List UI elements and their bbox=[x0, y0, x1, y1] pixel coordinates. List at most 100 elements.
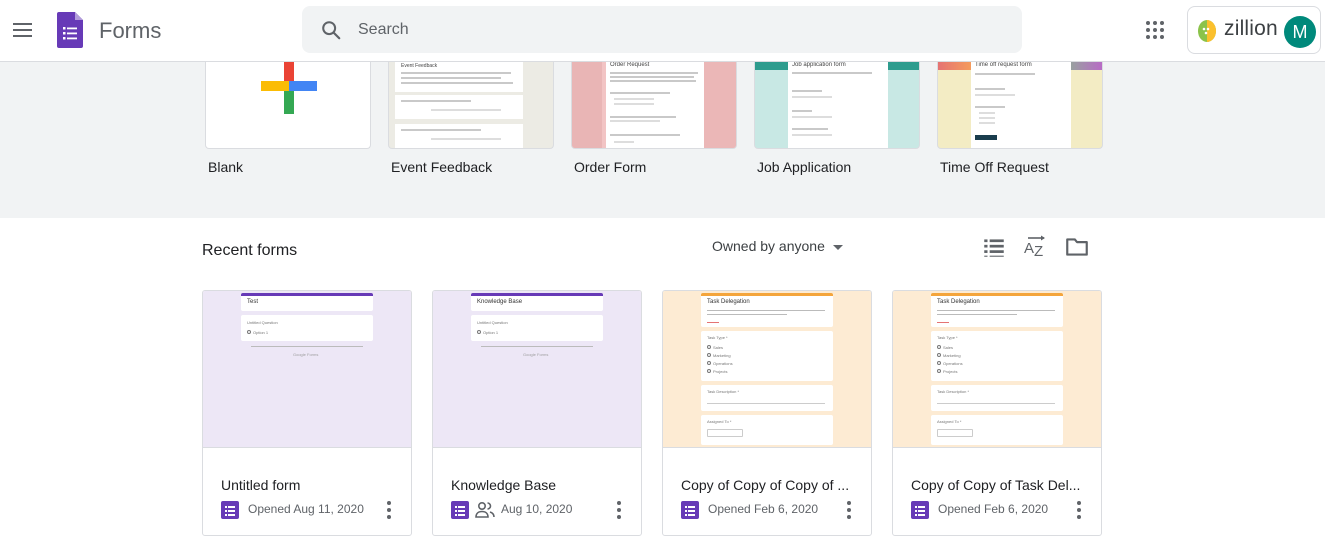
form-thumbnail[interactable]: Knowledge Base Untitled Question Option … bbox=[433, 291, 641, 448]
search-input[interactable] bbox=[358, 16, 998, 44]
main-menu-icon[interactable] bbox=[10, 17, 36, 43]
thumb-question-text: Task Description * bbox=[937, 389, 970, 394]
svg-text:A: A bbox=[1024, 240, 1034, 257]
thumb-header: Task Delegation bbox=[701, 293, 833, 327]
thumb-title: Event Feedback bbox=[401, 63, 438, 69]
thumb-question: Untitled Question Option 1 bbox=[471, 315, 603, 341]
thumb-option-text: Projects bbox=[943, 369, 958, 374]
more-vert-icon[interactable] bbox=[609, 499, 629, 521]
template-thumbnail[interactable]: Job application form bbox=[754, 62, 920, 149]
template-thumbnail[interactable] bbox=[205, 62, 371, 149]
thumb-question: Task Type * Sales Marketing Operations P… bbox=[931, 331, 1063, 381]
more-vert-icon[interactable] bbox=[1069, 499, 1089, 521]
template-thumbnail[interactable]: Order Request bbox=[571, 62, 737, 149]
thumb-title: Task Delegation bbox=[707, 299, 750, 305]
form-opened-date: Opened Feb 6, 2020 bbox=[938, 502, 1049, 516]
form-opened-date: Opened Aug 11, 2020 bbox=[248, 502, 364, 516]
form-opened-date: Opened Feb 6, 2020 bbox=[708, 502, 819, 516]
thumb-question: Task Type * Sales Marketing Operations P… bbox=[701, 331, 833, 381]
form-title[interactable]: Knowledge Base bbox=[451, 477, 623, 493]
thumb-title: Time off request form bbox=[975, 62, 1032, 68]
thumb-option-text: Option 1 bbox=[483, 330, 499, 335]
recent-forms-heading: Recent forms bbox=[202, 242, 298, 259]
form-title[interactable]: Copy of Copy of Copy of ... bbox=[681, 477, 853, 493]
recent-form-card[interactable]: Knowledge Base Untitled Question Option … bbox=[432, 290, 642, 536]
thumb-title: Test bbox=[247, 299, 259, 305]
thumb-question: Untitled Question Option 1 bbox=[241, 315, 373, 341]
template-label[interactable]: Event Feedback bbox=[391, 159, 492, 175]
form-title[interactable]: Copy of Copy of Task Del... bbox=[911, 477, 1083, 493]
app-title[interactable]: Forms bbox=[99, 18, 161, 44]
thumb-option-text: Sales bbox=[943, 345, 954, 350]
thumb-question-text: Assigned To * bbox=[707, 419, 732, 424]
thumb-card bbox=[395, 124, 523, 148]
people-icon bbox=[475, 501, 495, 518]
form-thumbnail[interactable]: Task Delegation Task Type * Sales Market… bbox=[893, 291, 1101, 448]
search-bar[interactable] bbox=[302, 6, 1022, 53]
more-vert-icon[interactable] bbox=[379, 499, 399, 521]
template-label[interactable]: Time Off Request bbox=[940, 159, 1049, 175]
thumb-option-text: Operations bbox=[713, 361, 733, 366]
thumb-card: Job application form bbox=[788, 62, 888, 148]
form-title[interactable]: Untitled form bbox=[221, 477, 393, 493]
form-thumbnail[interactable]: Test Untitled Question Option 1 Google F… bbox=[203, 291, 411, 448]
plus-icon-horizontal bbox=[261, 81, 317, 91]
template-thumbnail[interactable]: Event Feedback bbox=[388, 62, 554, 149]
template-gallery: Blank Event Feedback Event Feedback Orde… bbox=[0, 62, 1325, 218]
thumb-question-text: Untitled Question bbox=[247, 320, 278, 325]
template-label[interactable]: Job Application bbox=[757, 159, 851, 175]
folder-icon[interactable] bbox=[1064, 234, 1090, 260]
owner-filter-label: Owned by anyone bbox=[712, 238, 825, 254]
form-opened-date: Aug 10, 2020 bbox=[501, 502, 573, 516]
thumb-title: Job application form bbox=[792, 62, 846, 68]
thumb-question-text: Task Type * bbox=[937, 335, 958, 340]
template-label[interactable]: Order Form bbox=[574, 159, 646, 175]
thumb-title: Order Request bbox=[610, 62, 650, 68]
avatar[interactable]: M bbox=[1284, 16, 1316, 48]
thumb-card bbox=[395, 95, 523, 119]
thumb-option-text: Option 1 bbox=[253, 330, 269, 335]
thumb-question: Assigned To * bbox=[701, 415, 833, 445]
forms-icon bbox=[221, 501, 239, 519]
owner-filter-dropdown[interactable]: Owned by anyone bbox=[712, 238, 843, 258]
thumb-header: Knowledge Base bbox=[471, 293, 603, 311]
thumb-header: Test bbox=[241, 293, 373, 311]
thumb-header: Task Delegation bbox=[931, 293, 1063, 327]
thumb-card: Order Request bbox=[606, 62, 704, 148]
thumb-footer: Google Forms bbox=[523, 352, 549, 357]
thumb-option-text: Sales bbox=[713, 345, 724, 350]
thumb-option-text: Projects bbox=[713, 369, 728, 374]
apps-grid-icon[interactable] bbox=[1143, 18, 1167, 42]
forms-icon bbox=[911, 501, 929, 519]
forms-logo-icon[interactable] bbox=[57, 12, 83, 48]
thumb-card: Event Feedback bbox=[395, 62, 523, 92]
caret-down-icon bbox=[832, 244, 843, 250]
template-label[interactable]: Blank bbox=[208, 159, 243, 175]
account-switcher[interactable]: zillion M bbox=[1187, 6, 1321, 54]
more-vert-icon[interactable] bbox=[839, 499, 859, 521]
thumb-option-text: Marketing bbox=[943, 353, 961, 358]
zillion-logo-icon bbox=[1198, 20, 1216, 42]
thumb-title: Task Delegation bbox=[937, 299, 980, 305]
thumb-question-text: Task Description * bbox=[707, 389, 740, 394]
search-icon[interactable] bbox=[320, 19, 342, 41]
recent-form-card[interactable]: Test Untitled Question Option 1 Google F… bbox=[202, 290, 412, 536]
sort-az-icon[interactable]: A Z bbox=[1022, 234, 1048, 260]
template-thumbnail[interactable]: Time off request form bbox=[937, 62, 1103, 149]
thumb-question: Task Description * bbox=[701, 385, 833, 411]
thumb-option-text: Operations bbox=[943, 361, 963, 366]
account-brand-label: zillion bbox=[1224, 17, 1278, 40]
form-thumbnail[interactable]: Task Delegation Task Type * Sales Market… bbox=[663, 291, 871, 448]
thumb-question-text: Task Type * bbox=[707, 335, 728, 340]
thumb-footer: Google Forms bbox=[293, 352, 319, 357]
recent-form-card[interactable]: Task Delegation Task Type * Sales Market… bbox=[892, 290, 1102, 536]
thumb-card: Time off request form bbox=[971, 62, 1071, 148]
forms-icon bbox=[681, 501, 699, 519]
list-view-icon[interactable] bbox=[981, 234, 1007, 260]
recent-form-card[interactable]: Task Delegation Task Type * Sales Market… bbox=[662, 290, 872, 536]
svg-text:Z: Z bbox=[1034, 243, 1043, 260]
thumb-option-text: Marketing bbox=[713, 353, 731, 358]
thumb-question: Task Description * bbox=[931, 385, 1063, 411]
forms-icon bbox=[451, 501, 469, 519]
thumb-question: Assigned To * bbox=[931, 415, 1063, 445]
